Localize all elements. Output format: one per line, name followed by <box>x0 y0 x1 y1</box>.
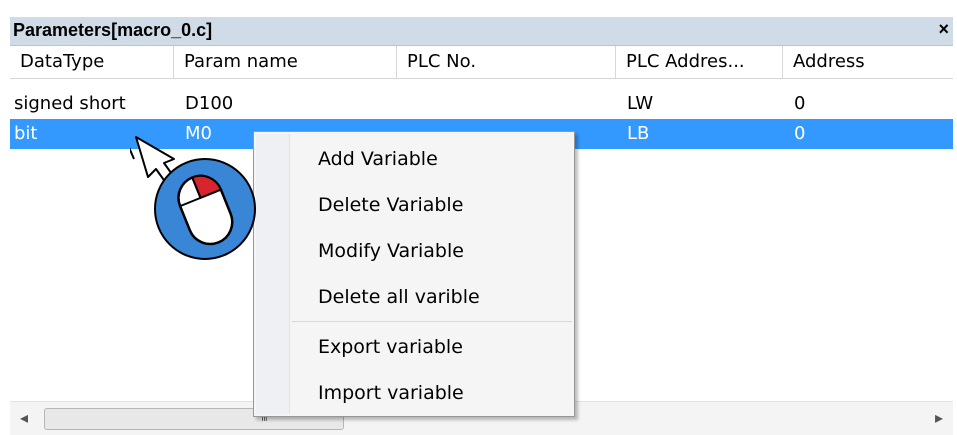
column-header-datatype[interactable]: DataType <box>10 46 174 78</box>
scroll-left-arrow-icon[interactable]: ◂ <box>20 408 28 427</box>
table-row[interactable]: signed short D100 LW 0 <box>10 89 953 119</box>
menu-item-modify-variable[interactable]: Modify Variable <box>318 240 464 264</box>
cell-address: 0 <box>794 123 806 144</box>
menu-item-add-variable[interactable]: Add Variable <box>318 148 438 172</box>
cell-datatype: bit <box>14 123 38 144</box>
menu-item-import-variable[interactable]: Import variable <box>318 382 464 406</box>
menu-item-delete-all-variable[interactable]: Delete all varible <box>318 286 480 310</box>
panel-title: Parameters[macro_0.c] <box>13 20 213 40</box>
cell-plc-address: LW <box>627 93 654 114</box>
column-header-param-name[interactable]: Param name <box>174 46 397 78</box>
menu-separator <box>292 321 572 322</box>
cell-address: 0 <box>794 93 806 114</box>
close-icon[interactable]: × <box>938 19 949 40</box>
column-header-plc-address[interactable]: PLC Addres... <box>616 46 783 78</box>
cell-plc-address: LB <box>627 123 650 144</box>
mouse-right-click-icon <box>154 158 256 260</box>
table-header: DataType Param name PLC No. PLC Addres..… <box>10 46 953 79</box>
cell-datatype: signed short <box>14 93 126 114</box>
menu-item-delete-variable[interactable]: Delete Variable <box>318 194 463 218</box>
cell-param-name: D100 <box>185 93 234 114</box>
context-menu: Add Variable Delete Variable Modify Vari… <box>253 131 575 417</box>
column-header-address[interactable]: Address <box>783 46 953 78</box>
panel-titlebar: Parameters[macro_0.c] × <box>10 17 953 46</box>
menu-item-export-variable[interactable]: Export variable <box>318 336 463 360</box>
right-click-indicator <box>127 135 270 260</box>
column-header-plc-no[interactable]: PLC No. <box>397 46 616 78</box>
scroll-right-arrow-icon[interactable]: ▸ <box>935 408 943 427</box>
